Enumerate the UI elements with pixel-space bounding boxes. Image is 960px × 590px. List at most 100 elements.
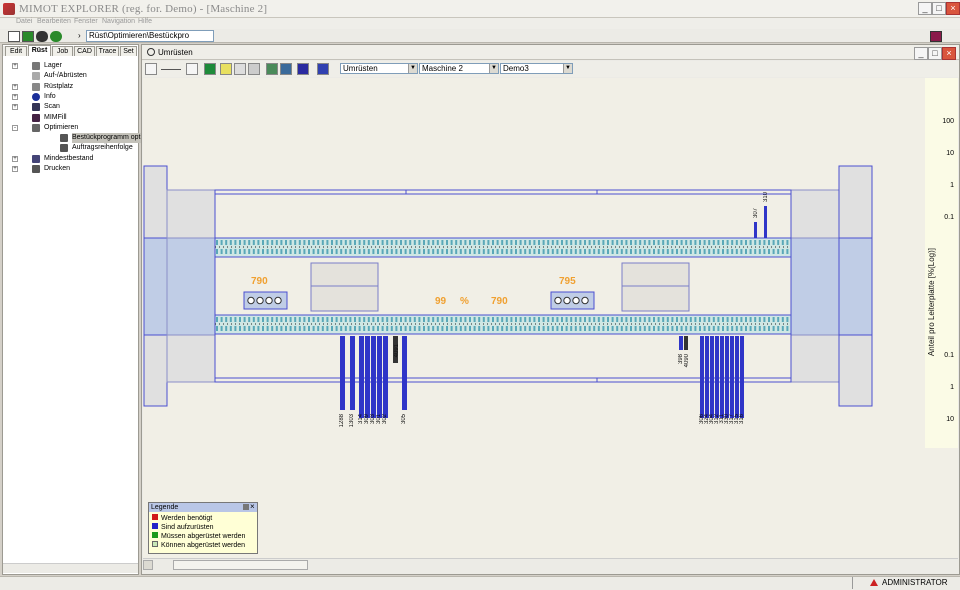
legend-item: Können abgerüstet werden (152, 541, 245, 550)
child-close-button[interactable]: × (942, 47, 956, 60)
zoom-icon[interactable] (145, 63, 157, 75)
bar-label: 1303 (349, 414, 355, 428)
opt-icon (32, 123, 40, 132)
info-icon (32, 92, 40, 101)
menu-fenster[interactable]: Fenster (74, 18, 98, 25)
menu-datei[interactable]: Datei (16, 18, 32, 25)
legend-pin-icon[interactable] (243, 504, 249, 510)
refresh-icon[interactable] (50, 31, 62, 42)
status-bar (0, 576, 960, 590)
expand-icon[interactable]: + (12, 63, 18, 69)
fill-icon (32, 113, 40, 122)
tab-ruest[interactable]: Rüst (28, 45, 51, 56)
menu-bar: Datei Bearbeiten Fenster Navigation Hilf… (0, 18, 960, 29)
grid-icon[interactable] (204, 63, 216, 75)
tab-edit[interactable]: Edit (5, 46, 27, 56)
tree-item-label: Rüstplatz (44, 82, 74, 90)
machine-icon[interactable] (280, 63, 292, 75)
scroll-left-arrow[interactable] (143, 560, 153, 570)
warning-icon (870, 579, 878, 586)
legend-title: Legende (149, 503, 257, 512)
status-divider (852, 577, 853, 589)
monitor-icon[interactable] (297, 63, 309, 75)
mode-select[interactable]: Umrüsten ▼ (340, 63, 418, 74)
bar-label: 310 (763, 192, 769, 203)
search-icon (147, 48, 155, 56)
scale-tick-label: 1 (950, 182, 954, 189)
app-icon (3, 3, 15, 15)
tree-item-label: Info (44, 92, 56, 100)
scale-axis-label: Anteil pro Leiterplatte [%(Log)] (927, 248, 936, 357)
tab-job[interactable]: Job (52, 46, 73, 56)
legend-swatch (152, 514, 158, 520)
print-icon (32, 165, 40, 173)
bar-label: 307 (753, 208, 759, 219)
minimize-button[interactable]: _ (918, 2, 932, 15)
auf-icon (32, 72, 40, 81)
canvas-scrollbar[interactable] (143, 558, 958, 571)
legend-item: Müssen abgerüstet werden (152, 532, 245, 541)
expand-icon[interactable]: + (12, 104, 18, 111)
menu-navigation[interactable]: Navigation (102, 18, 135, 25)
new-window-icon[interactable] (8, 31, 20, 42)
legend-swatch (152, 541, 158, 547)
bar-label: 4090 (684, 354, 690, 368)
path-input[interactable]: Rüst\Optimieren\Bestückpro (86, 30, 214, 42)
child-title: Umrüsten (158, 48, 193, 57)
bp-icon (60, 134, 68, 143)
maximize-button[interactable]: □ (932, 2, 946, 15)
book-icon[interactable] (930, 31, 942, 42)
scroll-thumb[interactable] (173, 560, 308, 570)
expand-icon[interactable]: + (12, 83, 18, 90)
menu-hilfe[interactable]: Hilfe (138, 18, 152, 25)
list-icon[interactable] (248, 63, 260, 75)
feeder-icon[interactable] (266, 63, 278, 75)
tab-trace[interactable]: Trace (96, 46, 119, 56)
chevron-down-icon: ▼ (563, 64, 572, 73)
chevron-down-icon: ▼ (408, 64, 417, 73)
tree-item-label: Lager (44, 62, 62, 69)
tab-cad[interactable]: CAD (74, 46, 95, 56)
binoculars-icon[interactable] (36, 31, 48, 42)
menu-bearbeiten[interactable]: Bearbeiten (37, 18, 71, 25)
table-icon[interactable] (234, 63, 246, 75)
legend-panel[interactable]: Legende × Werden benötigt Sind aufzurüst… (148, 502, 258, 554)
expand-icon[interactable]: + (12, 93, 18, 100)
left-scrollbar[interactable] (3, 563, 138, 573)
bar-labels: 1288 1303 314 309 303 301 302 4091 305 398 4090 306… (143, 78, 958, 558)
tab-set[interactable]: Set (120, 46, 137, 56)
export-icon[interactable] (22, 31, 34, 42)
legend-item: Werden benötigt (152, 514, 212, 523)
legend-swatch (152, 532, 158, 538)
crosshair-icon[interactable] (220, 63, 232, 75)
magnify-icon[interactable] (186, 63, 198, 75)
child-maximize-button[interactable]: □ (928, 47, 942, 60)
status-user: ADMINISTRATOR (882, 578, 948, 587)
bar-label: 1288 (339, 414, 345, 428)
tree-item-label: Mindestbestand (44, 154, 94, 162)
scale-tick-label: 10 (946, 416, 954, 423)
machine-select[interactable]: Maschine 2 ▼ (419, 63, 499, 74)
scale-tick-label: 1 (950, 384, 954, 391)
zoom-line-icon[interactable] (161, 69, 181, 70)
close-button[interactable]: × (946, 2, 960, 15)
bar-label: 316 (739, 414, 745, 425)
expand-icon[interactable]: + (12, 166, 18, 172)
scale-tick-label: 10 (946, 150, 954, 157)
legend-close-icon[interactable]: × (250, 502, 255, 511)
bar-label: 4091 (394, 344, 400, 358)
lager-icon (32, 62, 40, 70)
program-select[interactable]: Demo3 ▼ (500, 63, 573, 74)
mode-select-value: Umrüsten (343, 64, 378, 73)
tree-item-label: Drucken (44, 165, 71, 172)
bar-label: 305 (401, 414, 407, 425)
collapse-icon[interactable]: - (12, 124, 18, 131)
pin-icon[interactable] (317, 63, 329, 75)
scale-tick-label: 0.1 (944, 352, 954, 359)
child-minimize-button[interactable]: _ (914, 47, 928, 60)
legend-swatch (152, 523, 158, 529)
ruest-icon (32, 82, 40, 91)
machine-canvas[interactable]: 790 795 99 % 790 1288 1303 314 309 303 301 302… (143, 78, 958, 558)
arrow-icon: › (78, 31, 81, 40)
expand-icon[interactable]: + (12, 155, 18, 162)
